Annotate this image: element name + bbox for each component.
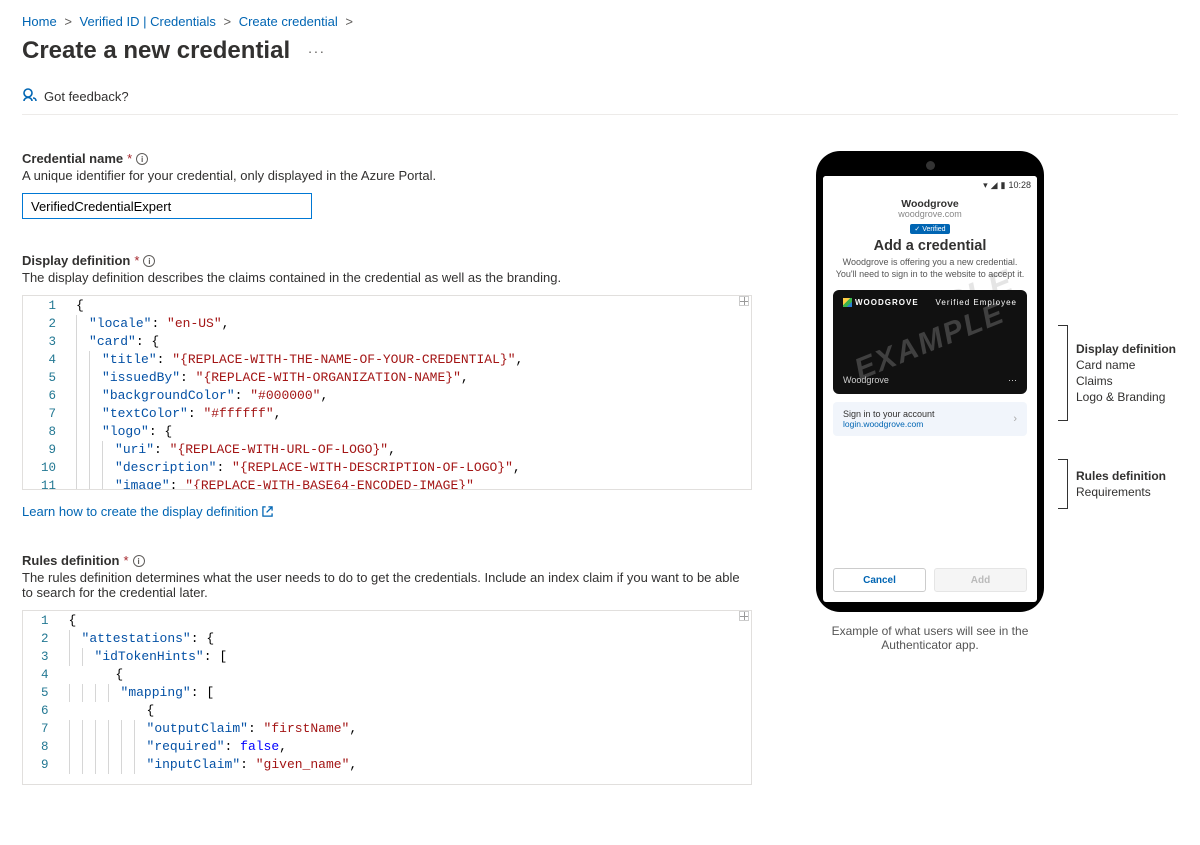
display-definition-label: Display definition xyxy=(22,253,130,268)
learn-display-definition-label: Learn how to create the display definiti… xyxy=(22,504,258,519)
info-icon[interactable]: i xyxy=(133,555,145,567)
credential-name-input[interactable] xyxy=(22,193,312,219)
credential-card: EXAMPLE WOODGROVE Verified Employee Wood… xyxy=(833,290,1027,394)
rules-definition-editor[interactable]: 123456789 {"attestations": {"idTokenHint… xyxy=(22,610,752,785)
command-bar: Got feedback? xyxy=(22,87,1178,115)
chevron-right-icon: > xyxy=(345,14,353,29)
display-definition-description: The display definition describes the cla… xyxy=(22,270,752,285)
preview-caption: Example of what users will see in the Au… xyxy=(816,624,1044,652)
sign-in-title: Sign in to your account xyxy=(843,409,935,419)
info-icon[interactable]: i xyxy=(136,153,148,165)
more-actions-button[interactable]: ... xyxy=(308,40,326,62)
breadcrumb-create-credential[interactable]: Create credential xyxy=(239,14,338,29)
breadcrumb: Home > Verified ID | Credentials > Creat… xyxy=(22,14,1178,29)
editor-code[interactable]: {"locale": "en-US","card": {"title": "{R… xyxy=(64,296,751,489)
signal-icon: ◢ xyxy=(991,180,998,191)
editor-gutter: 123456789 xyxy=(23,611,57,784)
sign-in-domain: login.woodgrove.com xyxy=(843,419,935,429)
phone-preview-frame: ▾ ◢ ▮ 10:28 EXAMPLE Woodgrove woodgrove.… xyxy=(816,151,1044,612)
preview-cancel-button: Cancel xyxy=(833,568,926,592)
preview-heading: Add a credential xyxy=(829,238,1031,254)
phone-screen: ▾ ◢ ▮ 10:28 EXAMPLE Woodgrove woodgrove.… xyxy=(823,176,1037,602)
required-asterisk: * xyxy=(124,553,129,568)
preview-domain: woodgrove.com xyxy=(829,209,1031,219)
required-asterisk: * xyxy=(134,253,139,268)
breadcrumb-verified-id[interactable]: Verified ID | Credentials xyxy=(80,14,216,29)
preview-body: Woodgrove is offering you a new credenti… xyxy=(829,256,1031,280)
preview-add-button: Add xyxy=(934,568,1027,592)
rules-definition-label: Rules definition xyxy=(22,553,120,568)
preview-annotations: Display definitionCard nameClaimsLogo & … xyxy=(1058,325,1176,509)
chevron-right-icon: › xyxy=(1013,413,1017,425)
logo-icon xyxy=(843,298,852,307)
credential-name-description: A unique identifier for your credential,… xyxy=(22,168,752,183)
editor-code[interactable]: {"attestations": {"idTokenHints": [ {"ma… xyxy=(57,611,751,784)
battery-icon: ▮ xyxy=(1001,180,1006,191)
feedback-icon xyxy=(22,87,38,106)
credential-name-label: Credential name xyxy=(22,151,123,166)
chevron-right-icon: > xyxy=(64,14,72,29)
required-asterisk: * xyxy=(127,151,132,166)
learn-display-definition-link[interactable]: Learn how to create the display definiti… xyxy=(22,504,273,519)
editor-gutter: 1234567891011 xyxy=(23,296,64,489)
wifi-icon: ▾ xyxy=(983,180,988,191)
got-feedback-label: Got feedback? xyxy=(44,89,129,104)
phone-time: 10:28 xyxy=(1008,180,1031,190)
external-link-icon xyxy=(262,506,273,517)
page-title: Create a new credential xyxy=(22,37,290,65)
phone-speaker-icon xyxy=(926,161,935,170)
info-icon[interactable]: i xyxy=(143,255,155,267)
rules-definition-description: The rules definition determines what the… xyxy=(22,570,752,600)
card-issuer: Woodgrove xyxy=(843,375,889,386)
verified-badge: ✓ Verified xyxy=(910,224,949,234)
phone-statusbar: ▾ ◢ ▮ 10:28 xyxy=(823,176,1037,194)
got-feedback-button[interactable]: Got feedback? xyxy=(22,87,129,106)
bracket-icon xyxy=(1058,325,1068,421)
breadcrumb-home[interactable]: Home xyxy=(22,14,57,29)
chevron-right-icon: > xyxy=(224,14,232,29)
sign-in-row: Sign in to your account login.woodgrove.… xyxy=(833,402,1027,436)
bracket-icon xyxy=(1058,459,1068,509)
card-more-icon: ⋯ xyxy=(1008,375,1017,386)
display-definition-editor[interactable]: 1234567891011 {"locale": "en-US","card":… xyxy=(22,295,752,490)
